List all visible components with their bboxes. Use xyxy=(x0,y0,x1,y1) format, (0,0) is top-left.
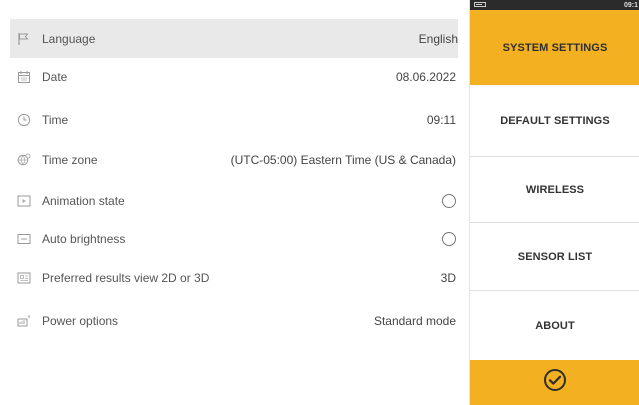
setting-value: English xyxy=(418,31,458,46)
menu-item-label: SYSTEM SETTINGS xyxy=(502,41,608,54)
setting-label: Time xyxy=(42,112,69,127)
setting-row-power-options[interactable]: Power options Standard mode xyxy=(16,301,456,340)
menu-item-label: SENSOR LIST xyxy=(517,250,593,263)
setting-row-time-zone[interactable]: Time zone (UTC-05:00) Eastern Time (US &… xyxy=(16,140,456,179)
menu-item-default-settings[interactable]: DEFAULT SETTINGS xyxy=(470,85,639,157)
globe-clock-icon xyxy=(16,153,32,167)
menu-item-label: ABOUT xyxy=(535,319,575,332)
settings-list: Language English Date 08.06.2022 Time 09… xyxy=(0,0,468,405)
setting-label: Animation state xyxy=(42,193,125,208)
menu-item-label: DEFAULT SETTINGS xyxy=(500,114,610,127)
confirm-button[interactable] xyxy=(470,360,639,405)
menu-item-label: WIRELESS xyxy=(525,183,585,196)
settings-menu: 09:1 SYSTEM SETTINGS DEFAULT SETTINGS WI… xyxy=(469,0,639,405)
view-icon xyxy=(16,271,32,285)
auto-brightness-toggle[interactable] xyxy=(442,231,456,246)
setting-value: (UTC-05:00) Eastern Time (US & Canada) xyxy=(230,152,456,167)
check-circle-icon xyxy=(543,368,567,397)
menu-item-system-settings[interactable]: SYSTEM SETTINGS xyxy=(470,10,639,85)
power-icon xyxy=(16,314,32,328)
setting-row-date[interactable]: Date 08.06.2022 xyxy=(16,57,456,96)
menu-item-about[interactable]: ABOUT xyxy=(470,291,639,360)
setting-value: Standard mode xyxy=(373,313,456,328)
status-bar: 09:1 xyxy=(470,0,639,10)
setting-label: Auto brightness xyxy=(42,231,126,246)
animation-icon xyxy=(16,194,32,208)
setting-label: Language xyxy=(42,31,96,46)
menu-item-sensor-list[interactable]: SENSOR LIST xyxy=(470,223,639,291)
battery-icon xyxy=(474,2,486,7)
setting-label: Preferred results view 2D or 3D xyxy=(42,270,210,285)
flag-icon xyxy=(16,32,32,46)
menu-item-wireless[interactable]: WIRELESS xyxy=(470,157,639,223)
setting-label: Time zone xyxy=(42,152,98,167)
setting-row-time[interactable]: Time 09:11 xyxy=(16,100,456,139)
brightness-icon xyxy=(16,232,32,246)
setting-row-auto-brightness[interactable]: Auto brightness xyxy=(16,219,456,258)
setting-value: 3D xyxy=(440,270,456,285)
status-time: 09:1 xyxy=(623,1,638,9)
setting-row-language[interactable]: Language English xyxy=(10,19,458,58)
setting-row-animation-state[interactable]: Animation state xyxy=(16,181,456,220)
animation-state-toggle[interactable] xyxy=(442,193,456,208)
setting-row-results-view[interactable]: Preferred results view 2D or 3D 3D xyxy=(16,258,456,297)
clock-icon xyxy=(16,113,32,127)
setting-label: Power options xyxy=(42,313,119,328)
calendar-icon xyxy=(16,70,32,84)
setting-label: Date xyxy=(42,69,68,84)
setting-value: 09:11 xyxy=(426,112,456,127)
setting-value: 08.06.2022 xyxy=(395,69,456,84)
